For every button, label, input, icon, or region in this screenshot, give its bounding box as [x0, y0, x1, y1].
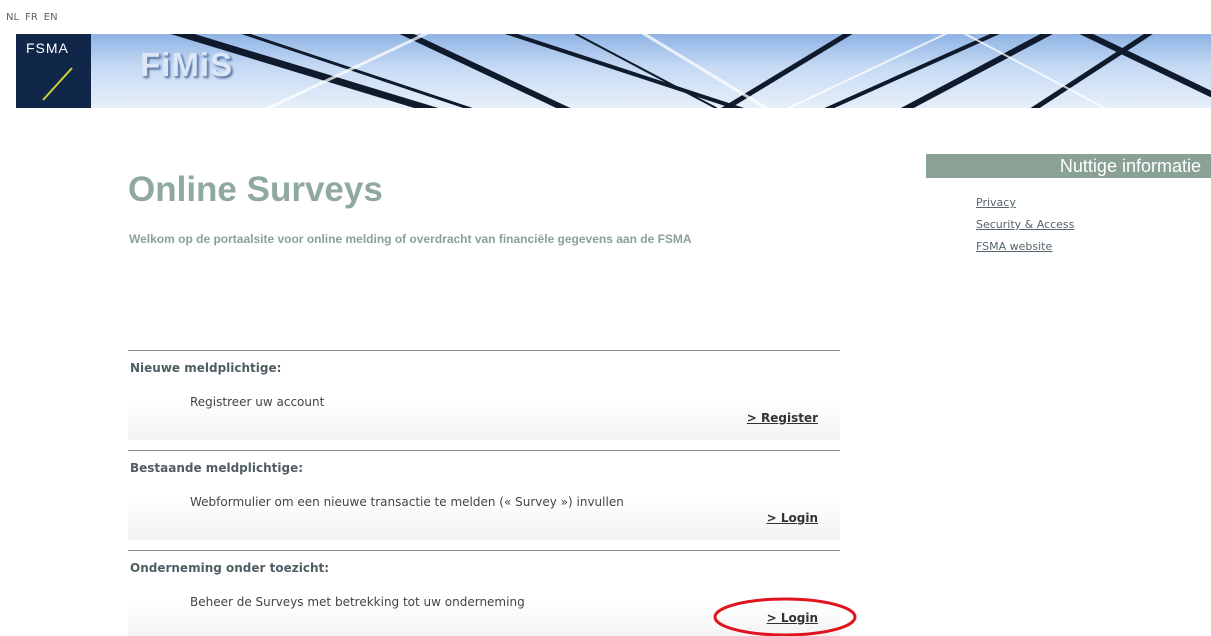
fsma-website-link[interactable]: FSMA website: [976, 240, 1052, 253]
sidebar-item: FSMA website: [976, 240, 1211, 253]
section-new-reporter: Nieuwe meldplichtige: Registreer uw acco…: [128, 350, 840, 440]
section-description: Beheer de Surveys met betrekking tot uw …: [190, 595, 525, 609]
sidebar-links: Privacy Security & Access FSMA website: [976, 196, 1211, 253]
login-link-existing[interactable]: > Login: [767, 511, 818, 525]
login-link-company[interactable]: > Login: [767, 611, 818, 625]
security-access-link[interactable]: Security & Access: [976, 218, 1074, 231]
section-description: Registreer uw account: [190, 395, 325, 409]
register-link[interactable]: > Register: [747, 411, 818, 425]
lang-fr-link[interactable]: FR: [25, 12, 38, 23]
lang-en-link[interactable]: EN: [44, 12, 58, 23]
logo-slash-icon: [42, 67, 73, 101]
intro-text: Welkom op de portaalsite voor online mel…: [129, 232, 692, 246]
section-title: Bestaande meldplichtige:: [130, 461, 304, 475]
fsma-logo[interactable]: FSMA: [16, 34, 91, 108]
sidebar-title: Nuttige informatie: [926, 154, 1211, 178]
sidebar-item: Security & Access: [976, 218, 1211, 231]
page-title: Online Surveys: [128, 170, 383, 209]
sidebar-useful-info: Nuttige informatie Privacy Security & Ac…: [926, 154, 1211, 262]
section-existing-reporter: Bestaande meldplichtige: Webformulier om…: [128, 450, 840, 540]
app-title: FiMiS: [140, 46, 233, 83]
header-banner: FSMA FiMiS: [16, 34, 1211, 108]
section-description: Webformulier om een nieuwe transactie te…: [190, 495, 624, 509]
language-switcher: NL FR EN: [6, 12, 64, 23]
section-title: Nieuwe meldplichtige:: [130, 361, 282, 375]
section-supervised-company: Onderneming onder toezicht: Beheer de Su…: [128, 550, 840, 636]
sidebar-item: Privacy: [976, 196, 1211, 209]
section-title: Onderneming onder toezicht:: [130, 561, 330, 575]
privacy-link[interactable]: Privacy: [976, 196, 1016, 209]
lang-nl-link[interactable]: NL: [6, 12, 19, 23]
